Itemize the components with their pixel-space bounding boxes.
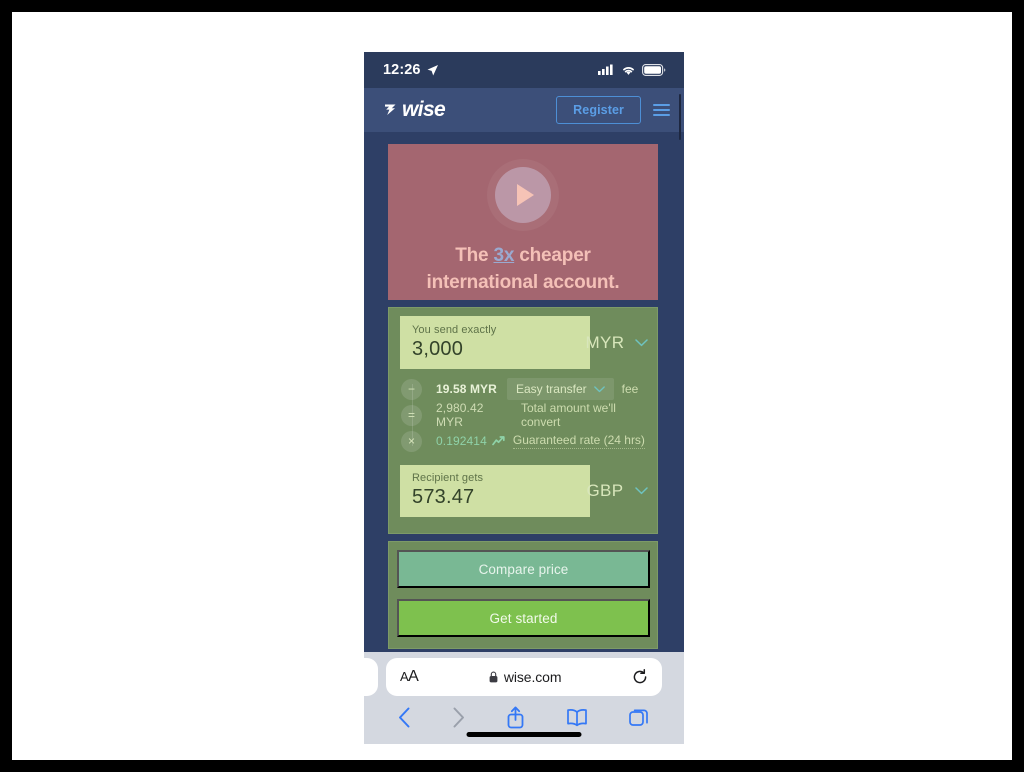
cta-section: Compare price Get started — [388, 541, 658, 649]
equals-operator-badge: = — [401, 404, 422, 426]
receive-amount-label: Recipient gets — [412, 472, 484, 484]
hero-line1-before: The — [455, 245, 494, 266]
screenshot-canvas: 12:26 wise Register The 3x cheaper inter… — [0, 0, 1024, 772]
receive-amount-value: 573.47 — [412, 486, 475, 508]
hero-video-banner[interactable]: The 3x cheaper international account. — [388, 144, 658, 300]
tabs-icon[interactable] — [628, 707, 650, 728]
receive-currency-select[interactable]: GBP — [583, 465, 651, 517]
hamburger-menu-icon[interactable] — [653, 104, 670, 116]
rate-row: × 0.192414 Guaranteed rate (24 hrs) — [389, 428, 657, 454]
lock-icon — [489, 671, 498, 683]
receive-currency-code: GBP — [586, 481, 624, 500]
chevron-down-icon — [635, 338, 649, 346]
url-text: wise.com — [503, 669, 562, 685]
currency-converter: You send exactly 3,000 MYR − 19.58 MYR E… — [388, 307, 658, 534]
hero-headline: The 3x cheaper international account. — [426, 243, 619, 297]
location-arrow-icon — [427, 64, 438, 75]
status-bar-right — [598, 64, 666, 76]
compare-price-button[interactable]: Compare price — [397, 550, 650, 588]
send-amount-label: You send exactly — [412, 324, 497, 336]
send-amount-value: 3,000 — [412, 338, 464, 360]
url-display: wise.com — [418, 669, 632, 685]
receive-amount-input[interactable]: Recipient gets 573.47 — [400, 465, 590, 517]
play-button-icon — [495, 167, 551, 223]
hero-line1-after: cheaper — [514, 245, 591, 266]
forward-chevron-icon — [453, 707, 465, 727]
book-icon[interactable] — [566, 708, 588, 727]
total-convert-text: Total amount we'll convert — [520, 401, 616, 429]
calculation-breakdown: − 19.58 MYR Easy transfer fee = 2,980.42… — [389, 370, 657, 458]
receive-amount-row: Recipient gets 573.47 GBP — [389, 462, 657, 520]
wise-logo-text: wise — [402, 98, 446, 121]
hero-highlight-3x: 3x — [493, 245, 515, 266]
trend-up-icon — [492, 436, 505, 446]
minus-operator-badge: − — [401, 378, 422, 400]
register-button[interactable]: Register — [556, 96, 641, 124]
wise-logo[interactable]: wise — [382, 98, 446, 122]
safari-toolbar — [364, 702, 684, 732]
transfer-type-label: Easy transfer — [515, 382, 587, 396]
back-chevron-icon[interactable] — [398, 707, 411, 728]
play-button[interactable] — [487, 159, 559, 231]
battery-icon — [642, 64, 666, 76]
fee-amount: 19.58 MYR — [436, 382, 497, 396]
text-size-button[interactable]: AA — [400, 668, 419, 686]
multiply-operator-badge: × — [401, 430, 422, 452]
site-header: wise Register — [364, 88, 684, 132]
phone-screen: 12:26 wise Register The 3x cheaper inter… — [364, 52, 684, 744]
page-background: 12:26 wise Register The 3x cheaper inter… — [12, 12, 1012, 760]
guaranteed-rate-text[interactable]: Guaranteed rate (24 hrs) — [512, 433, 645, 449]
get-started-button[interactable]: Get started — [397, 599, 650, 637]
status-bar: 12:26 — [364, 52, 684, 88]
cellular-signal-icon — [598, 64, 613, 75]
share-icon[interactable] — [506, 706, 525, 729]
transfer-type-select[interactable]: Easy transfer — [506, 378, 614, 400]
wifi-icon — [623, 66, 634, 75]
page-scrollbar[interactable] — [678, 94, 681, 140]
send-currency-select[interactable]: MYR — [583, 316, 651, 369]
total-convert-row: = 2,980.42 MYR Total amount we'll conver… — [389, 401, 657, 429]
exchange-rate-value: 0.192414 — [436, 434, 487, 448]
chevron-down-icon — [634, 487, 648, 495]
home-indicator — [466, 732, 582, 737]
header-actions: Register — [556, 96, 670, 124]
reload-icon[interactable] — [632, 669, 648, 685]
hero-line2: international account. — [426, 271, 620, 293]
chevron-down-icon — [593, 385, 605, 392]
send-currency-code: MYR — [585, 332, 625, 352]
adjacent-tab-card[interactable] — [364, 658, 378, 696]
wise-flag-icon — [385, 104, 396, 115]
safari-browser-chrome: AA wise.com — [364, 652, 684, 744]
send-amount-input[interactable]: You send exactly 3,000 — [400, 316, 590, 369]
safari-address-bar[interactable]: AA wise.com — [386, 658, 662, 696]
total-convert-amount: 2,980.42 MYR — [436, 401, 484, 429]
fee-text: fee — [621, 382, 639, 396]
fee-row: − 19.58 MYR Easy transfer fee — [389, 376, 657, 402]
status-time: 12:26 — [383, 62, 421, 78]
status-bar-left: 12:26 — [383, 62, 439, 78]
send-amount-row: You send exactly 3,000 MYR — [389, 308, 657, 370]
